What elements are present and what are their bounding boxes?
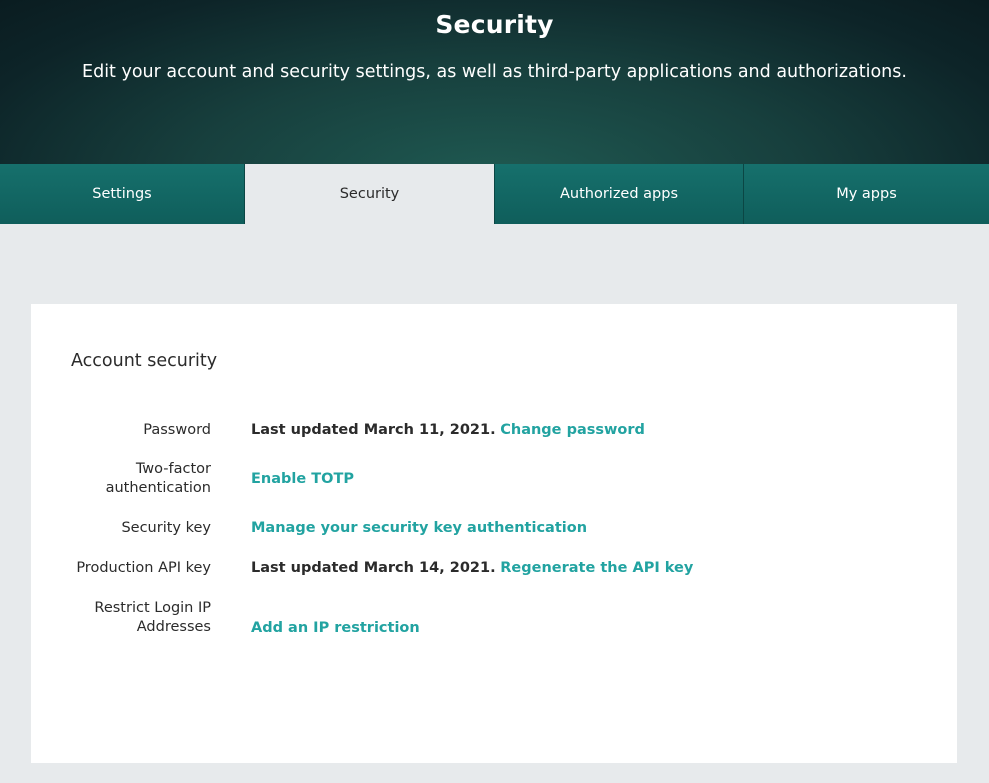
- enable-totp-link[interactable]: Enable TOTP: [251, 471, 354, 487]
- tab-settings[interactable]: Settings: [0, 164, 245, 224]
- tab-security[interactable]: Security: [245, 164, 495, 224]
- page-subtitle: Edit your account and security settings,…: [82, 62, 907, 82]
- change-password-link[interactable]: Change password: [500, 422, 645, 438]
- tab-my-apps[interactable]: My apps: [744, 164, 989, 224]
- two-factor-label: Two-factor authentication: [105, 461, 211, 496]
- page-title: Security: [435, 10, 554, 39]
- page-header: Security Edit your account and security …: [0, 0, 989, 164]
- tab-authorized-apps[interactable]: Authorized apps: [495, 164, 744, 224]
- password-last-updated: Last updated March 11, 2021.: [251, 422, 496, 438]
- production-api-key-value: Last updated March 14, 2021. Regenerate …: [251, 559, 693, 578]
- two-factor-value: Enable TOTP: [251, 470, 354, 489]
- tab-bar: Settings Security Authorized apps My app…: [0, 164, 989, 224]
- manage-security-key-link[interactable]: Manage your security key authentication: [251, 520, 587, 536]
- password-label: Password: [143, 422, 211, 438]
- security-key-label: Security key: [121, 520, 211, 536]
- production-api-key-label: Production API key: [76, 560, 211, 576]
- restrict-login-ip-value: Add an IP restriction: [251, 619, 420, 638]
- account-security-title: Account security: [71, 351, 218, 371]
- restrict-login-ip-label: Restrict Login IP Addresses: [94, 600, 211, 635]
- account-security-card: Account security Password Last updated M…: [31, 304, 957, 763]
- regenerate-api-key-link[interactable]: Regenerate the API key: [500, 560, 693, 576]
- add-ip-restriction-link[interactable]: Add an IP restriction: [251, 620, 420, 636]
- password-value: Last updated March 11, 2021. Change pass…: [251, 421, 645, 440]
- api-key-last-updated: Last updated March 14, 2021.: [251, 560, 496, 576]
- security-key-value: Manage your security key authentication: [251, 519, 587, 538]
